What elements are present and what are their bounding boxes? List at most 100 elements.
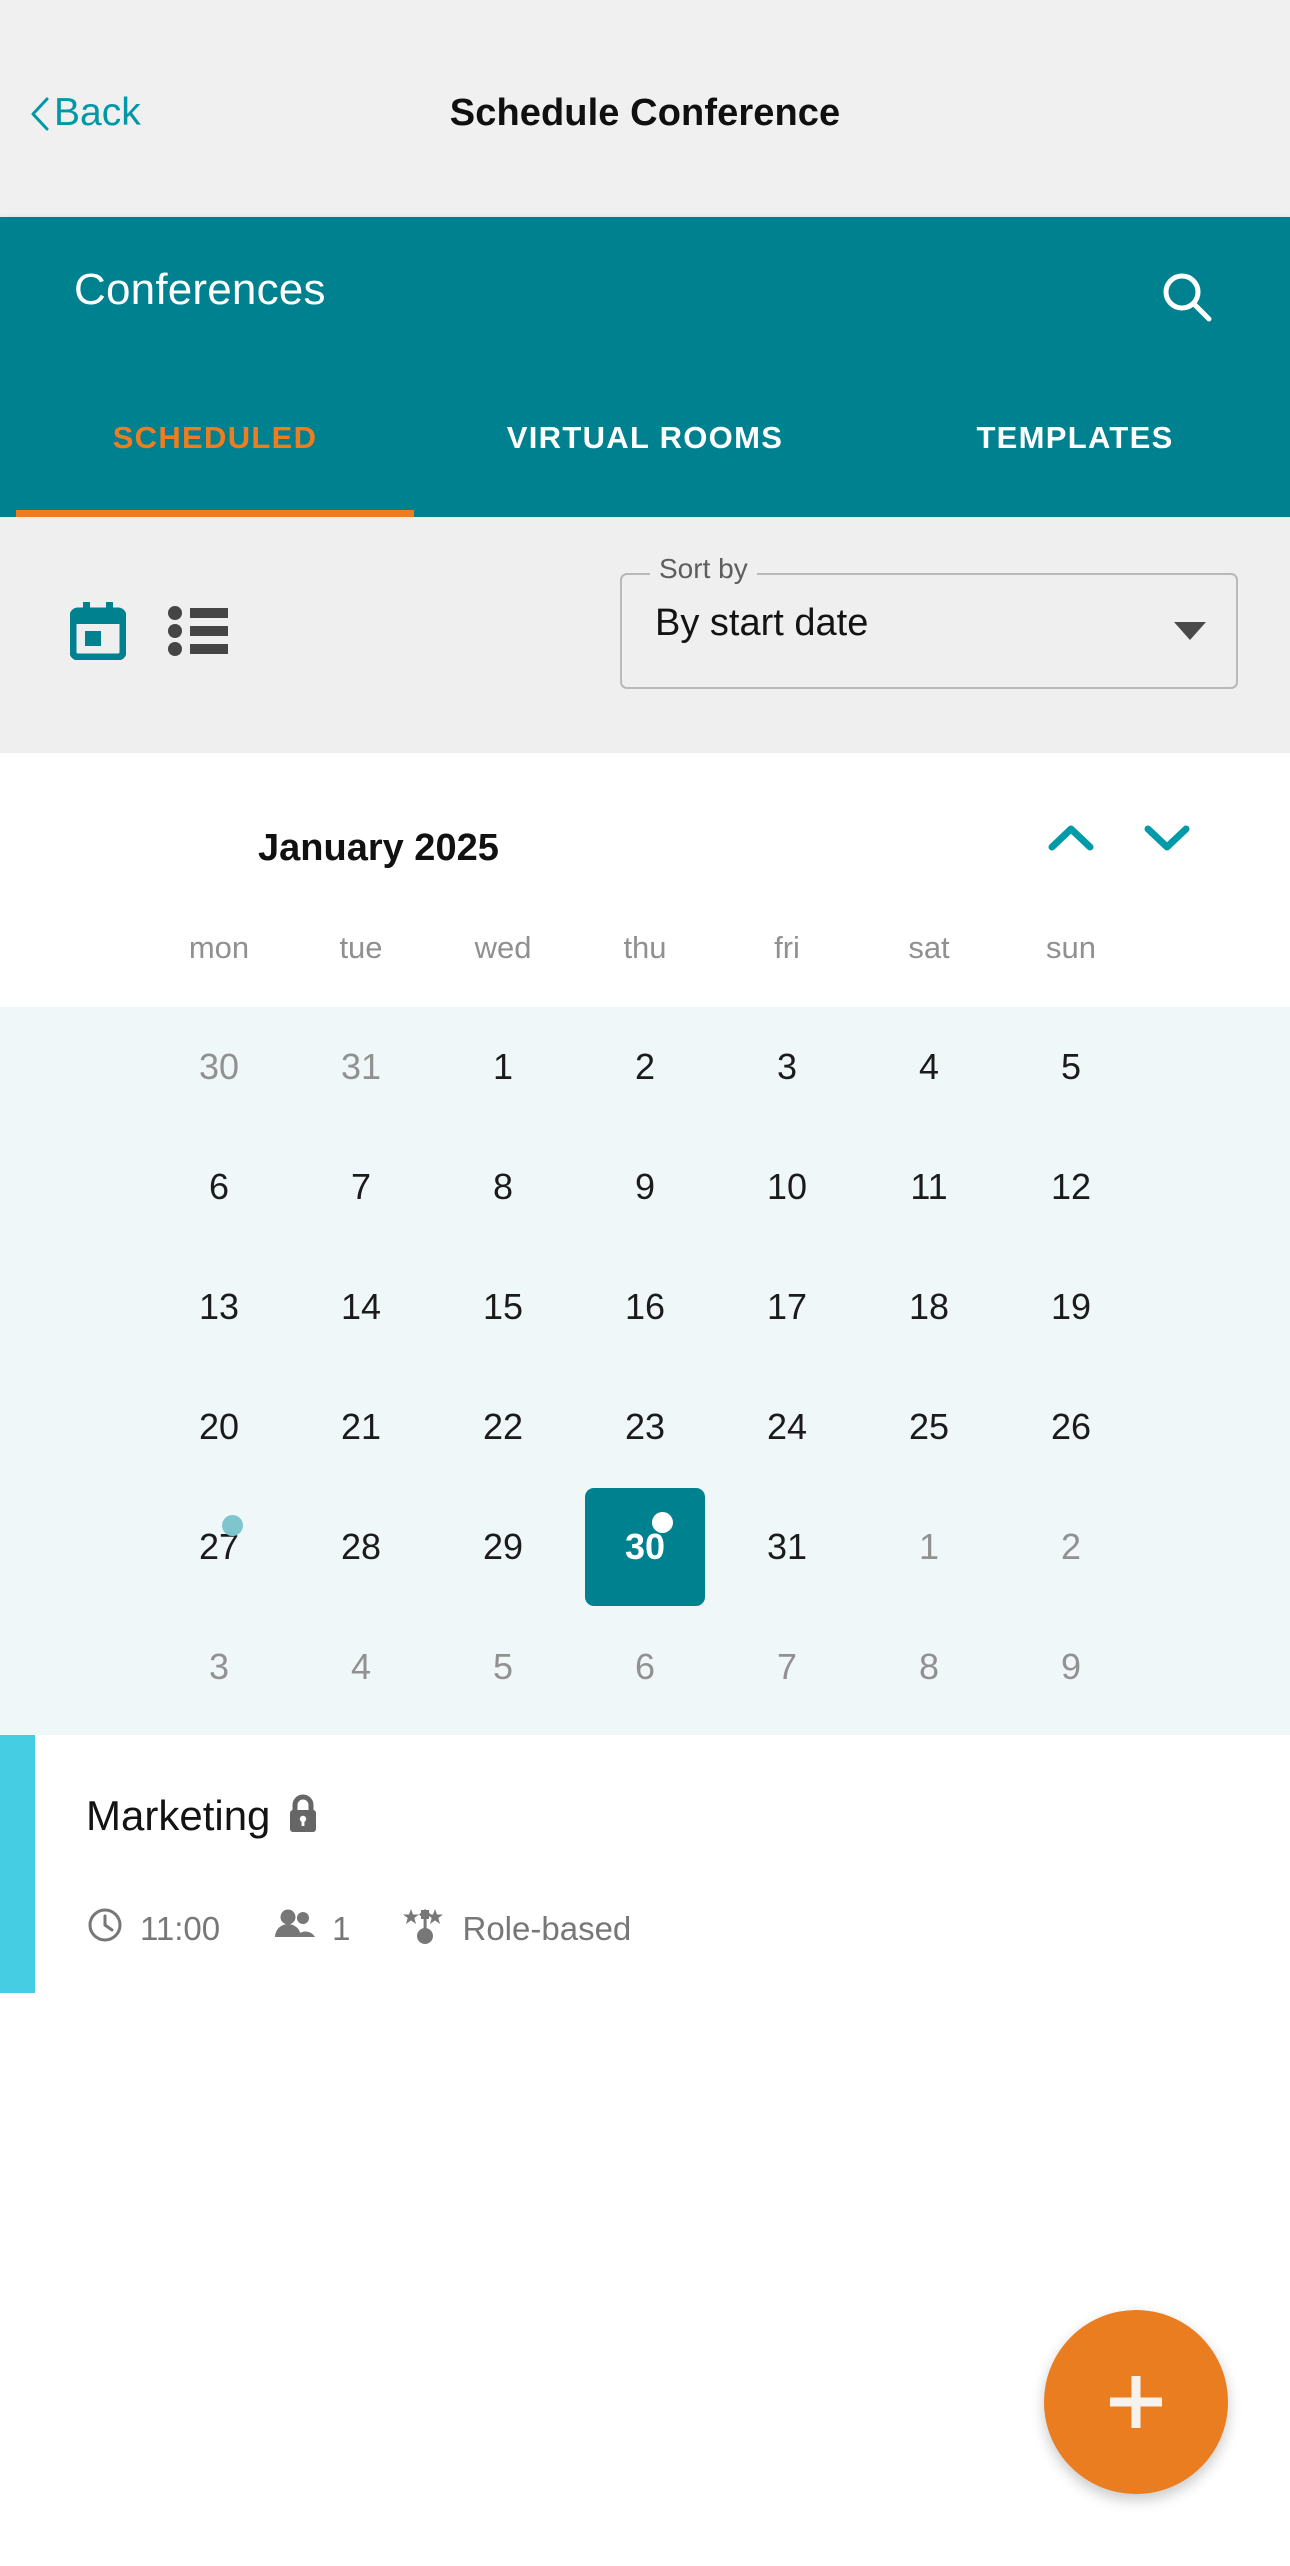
calendar-day-10[interactable]: 10 bbox=[716, 1127, 858, 1247]
calendar-day-17[interactable]: 17 bbox=[716, 1247, 858, 1367]
calendar-day-3[interactable]: 3 bbox=[148, 1607, 290, 1727]
calendar-day-2[interactable]: 2 bbox=[574, 1007, 716, 1127]
calendar-day-number: 5 bbox=[492, 1646, 514, 1687]
calendar-day-8[interactable]: 8 bbox=[858, 1607, 1000, 1727]
calendar-day-14[interactable]: 14 bbox=[290, 1247, 432, 1367]
calendar-day-number: 4 bbox=[350, 1646, 372, 1687]
calendar-day-number: 10 bbox=[766, 1166, 808, 1207]
calendar-week: 3 4 5 6 7 8 9 bbox=[148, 1607, 1142, 1727]
calendar-day-number: 6 bbox=[208, 1166, 230, 1207]
calendar-day-number: 12 bbox=[1050, 1166, 1092, 1207]
calendar-day-21[interactable]: 21 bbox=[290, 1367, 432, 1487]
calendar-day-8[interactable]: 8 bbox=[432, 1127, 574, 1247]
calendar-day-20[interactable]: 20 bbox=[148, 1367, 290, 1487]
calendar-day-3[interactable]: 3 bbox=[716, 1007, 858, 1127]
calendar-day-number: 23 bbox=[624, 1406, 666, 1447]
calendar-day-number: 26 bbox=[1050, 1406, 1092, 1447]
calendar-week: 27 28 29 30 31 1 2 bbox=[148, 1487, 1142, 1607]
tab-virtual-rooms[interactable]: VIRTUAL ROOMS bbox=[430, 407, 860, 517]
list-view-icon[interactable] bbox=[168, 605, 230, 662]
calendar-day-16[interactable]: 16 bbox=[574, 1247, 716, 1367]
day-header: wed bbox=[474, 930, 532, 965]
tab-scheduled[interactable]: SCHEDULED bbox=[0, 407, 430, 517]
tab-scheduled-label: SCHEDULED bbox=[112, 420, 318, 455]
calendar-day-number: 5 bbox=[1060, 1046, 1082, 1087]
day-header: thu bbox=[623, 930, 667, 965]
calendar-day-number: 31 bbox=[340, 1046, 382, 1087]
calendar-day-24[interactable]: 24 bbox=[716, 1367, 858, 1487]
calendar-day-number: 1 bbox=[918, 1526, 940, 1567]
calendar-day-7[interactable]: 7 bbox=[290, 1127, 432, 1247]
calendar-day-4[interactable]: 4 bbox=[290, 1607, 432, 1727]
calendar-day-7[interactable]: 7 bbox=[716, 1607, 858, 1727]
calendar-day-event-dot bbox=[652, 1512, 674, 1533]
calendar-day-25[interactable]: 25 bbox=[858, 1367, 1000, 1487]
calendar-day-1[interactable]: 1 bbox=[432, 1007, 574, 1127]
search-icon[interactable] bbox=[1156, 267, 1218, 329]
calendar-day-31[interactable]: 31 bbox=[290, 1007, 432, 1127]
calendar-nav bbox=[1048, 823, 1190, 858]
calendar-day-31[interactable]: 31 bbox=[716, 1487, 858, 1607]
calendar-day-4[interactable]: 4 bbox=[858, 1007, 1000, 1127]
chevron-down-icon[interactable] bbox=[1144, 823, 1190, 858]
calendar-day-number: 3 bbox=[776, 1046, 798, 1087]
calendar-day-number: 7 bbox=[350, 1166, 372, 1207]
tab-bar: SCHEDULED VIRTUAL ROOMS TEMPLATES bbox=[0, 407, 1290, 517]
calendar-header: January 2025 mon tue wed thu fri sat sun bbox=[0, 753, 1290, 1023]
people-icon bbox=[272, 1908, 316, 1950]
calendar-day-22[interactable]: 22 bbox=[432, 1367, 574, 1487]
calendar-day-number: 3 bbox=[208, 1646, 230, 1687]
day-header: fri bbox=[774, 930, 800, 965]
calendar-day-number: 20 bbox=[198, 1406, 240, 1447]
navigation-bar: Back Schedule Conference bbox=[0, 0, 1290, 217]
app-bar-title: Conferences bbox=[74, 265, 326, 314]
calendar-day-number: 22 bbox=[482, 1406, 524, 1447]
page-title: Schedule Conference bbox=[449, 92, 841, 134]
calendar-view-icon[interactable] bbox=[69, 602, 127, 665]
event-participants-count: 1 bbox=[332, 1910, 351, 1947]
calendar-day-5[interactable]: 5 bbox=[432, 1607, 574, 1727]
event-time-label: 11:00 bbox=[140, 1910, 221, 1947]
calendar-day-2[interactable]: 2 bbox=[1000, 1487, 1142, 1607]
calendar-day-1[interactable]: 1 bbox=[858, 1487, 1000, 1607]
calendar-day-27[interactable]: 27 bbox=[148, 1487, 290, 1607]
calendar-day-26[interactable]: 26 bbox=[1000, 1367, 1142, 1487]
calendar-day-6[interactable]: 6 bbox=[574, 1607, 716, 1727]
event-card[interactable]: Marketing 11:00 1 Role-based bbox=[0, 1735, 1290, 1993]
calendar-day-15[interactable]: 15 bbox=[432, 1247, 574, 1367]
calendar-day-13[interactable]: 13 bbox=[148, 1247, 290, 1367]
calendar-grid: 30 31 1 2 3 4 5 6 7 8 9 10 11 12 13 14 15 16 17 18 19 20 21 22 2… bbox=[0, 1007, 1290, 1735]
chevron-up-icon[interactable] bbox=[1048, 823, 1094, 858]
calendar-day-19[interactable]: 19 bbox=[1000, 1247, 1142, 1367]
event-access: Role-based bbox=[402, 1903, 631, 1955]
calendar-day-30[interactable]: 30 bbox=[574, 1487, 716, 1607]
sort-by-select[interactable]: Sort by By start date bbox=[620, 555, 1238, 689]
calendar-day-9[interactable]: 9 bbox=[574, 1127, 716, 1247]
calendar-day-number: 19 bbox=[1050, 1286, 1092, 1327]
day-header: sun bbox=[1046, 930, 1096, 965]
calendar-day-12[interactable]: 12 bbox=[1000, 1127, 1142, 1247]
calendar-day-6[interactable]: 6 bbox=[148, 1127, 290, 1247]
calendar-day-number: 29 bbox=[482, 1526, 524, 1567]
calendar-day-23[interactable]: 23 bbox=[574, 1367, 716, 1487]
event-title: Marketing bbox=[86, 1792, 271, 1839]
calendar-day-11[interactable]: 11 bbox=[858, 1127, 1000, 1247]
calendar-day-number: 8 bbox=[492, 1166, 514, 1207]
tab-templates[interactable]: TEMPLATES bbox=[860, 407, 1290, 517]
calendar-day-number: 1 bbox=[492, 1046, 514, 1087]
calendar-day-number: 25 bbox=[908, 1406, 950, 1447]
calendar-day-number: 13 bbox=[198, 1286, 240, 1327]
day-header: mon bbox=[188, 930, 250, 965]
calendar-day-9[interactable]: 9 bbox=[1000, 1607, 1142, 1727]
clock-icon bbox=[86, 1906, 124, 1952]
add-conference-fab[interactable] bbox=[1044, 2310, 1228, 2494]
calendar-day-29[interactable]: 29 bbox=[432, 1487, 574, 1607]
event-participants: 1 bbox=[272, 1908, 351, 1950]
lock-icon bbox=[286, 1794, 320, 1839]
calendar-day-5[interactable]: 5 bbox=[1000, 1007, 1142, 1127]
calendar-day-28[interactable]: 28 bbox=[290, 1487, 432, 1607]
calendar-day-number: 4 bbox=[918, 1046, 940, 1087]
calendar-day-number: 8 bbox=[918, 1646, 940, 1687]
calendar-day-30[interactable]: 30 bbox=[148, 1007, 290, 1127]
calendar-day-18[interactable]: 18 bbox=[858, 1247, 1000, 1367]
